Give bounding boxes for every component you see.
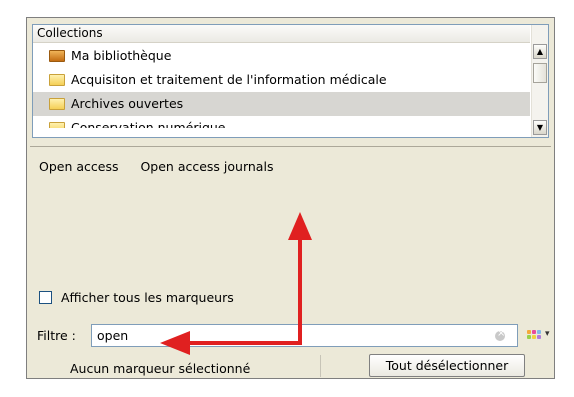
filter-row: Filtre : ▾ <box>37 323 550 349</box>
tag-open-access-journals[interactable]: Open access journals <box>140 159 273 174</box>
tag-colors-icon[interactable] <box>527 330 541 342</box>
collection-item-label: Acquisiton et traitement de l'informatio… <box>71 72 387 87</box>
tag-filter-input[interactable] <box>91 324 518 347</box>
status-separator <box>320 355 321 377</box>
collections-tree[interactable]: Collections Ma bibliothèque Acquisiton e… <box>32 24 549 138</box>
collections-column-header[interactable]: Collections <box>33 25 530 43</box>
folder-icon <box>49 122 65 128</box>
scrollbar-thumb[interactable] <box>533 63 547 83</box>
deselect-all-button[interactable]: Tout désélectionner <box>369 354 525 377</box>
collections-scrollbar[interactable]: ▲ ▼ <box>531 25 548 137</box>
collection-item-label: Archives ouvertes <box>71 96 184 111</box>
collections-list: Ma bibliothèque Acquisiton et traitement… <box>33 44 530 128</box>
tag-selector: Open access Open access journals Affiche… <box>30 146 551 377</box>
scroll-down-button[interactable]: ▼ <box>533 120 547 135</box>
tag-open-access[interactable]: Open access <box>39 159 118 174</box>
clear-filter-icon[interactable] <box>495 328 505 341</box>
show-all-tags-checkbox[interactable] <box>39 291 52 304</box>
library-icon <box>49 50 65 62</box>
collection-item-label: Ma bibliothèque <box>71 48 172 63</box>
collection-item-conservation[interactable]: Conservation numérique <box>33 116 530 128</box>
folder-icon <box>49 74 65 86</box>
tag-list: Open access Open access journals <box>39 159 291 174</box>
collection-item-acquisition[interactable]: Acquisiton et traitement de l'informatio… <box>33 68 530 92</box>
tag-menu-arrow-icon[interactable]: ▾ <box>545 329 550 339</box>
folder-icon <box>49 98 65 110</box>
collection-item-library[interactable]: Ma bibliothèque <box>33 44 530 68</box>
collection-item-archives-ouvertes[interactable]: Archives ouvertes <box>33 92 530 116</box>
filter-label: Filtre : <box>37 328 76 343</box>
zotero-pane: Collections Ma bibliothèque Acquisiton e… <box>26 17 555 379</box>
scroll-up-button[interactable]: ▲ <box>533 44 547 59</box>
selected-tags-status: Aucun marqueur sélectionné <box>70 361 251 376</box>
show-all-tags-row[interactable]: Afficher tous les marqueurs <box>39 290 234 305</box>
collection-item-label: Conservation numérique <box>71 120 226 128</box>
show-all-tags-label: Afficher tous les marqueurs <box>61 290 234 305</box>
